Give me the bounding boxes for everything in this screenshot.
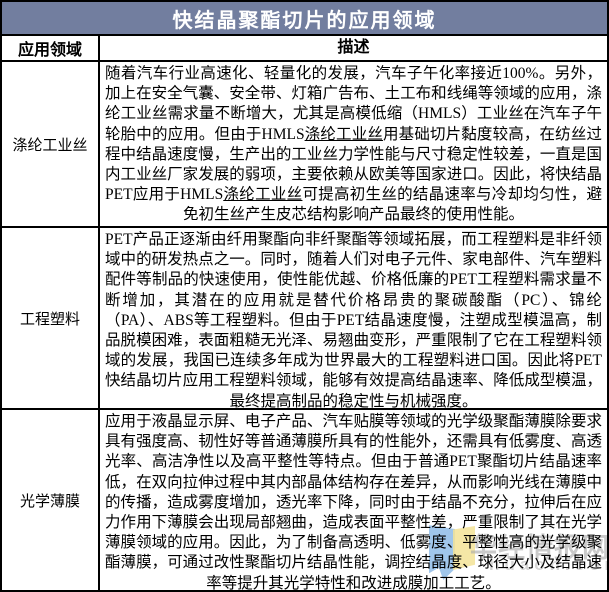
description-cell: 随着汽车行业高速化、轻量化的发展，汽车子午化率接近100%。另外，加上在安全气囊… — [100, 62, 607, 226]
table-row-engineering-plastics: 工程塑料 PET产品正逐渐由纤用聚酯向非纤聚酯等领域拓展，而工程塑料是非纤领域中… — [2, 228, 607, 410]
description-segment: PET产品正逐渐由纤用聚酯向非纤聚酯等领域拓展，而工程塑料是非纤领域中的研发热点… — [105, 231, 602, 408]
application-fields-table: 应用领域 描述 涤纶工业丝 随着汽车行业高速化、轻量化的发展，汽车子午化率接近1… — [2, 36, 607, 590]
field-label: 涤纶工业丝 — [2, 62, 100, 226]
description-cell: 应用于液晶显示屏、电子产品、汽车贴膜等领域的光学级聚酯薄膜除要求具有强度高、韧性… — [100, 410, 607, 590]
application-fields-table-sheet: 华经情报网 huaon.com 快结晶聚酯切片的应用领域 应用领域 描述 涤纶工… — [0, 0, 609, 592]
column-header-description: 描述 — [100, 36, 607, 60]
page-title: 快结晶聚酯切片的应用领域 — [173, 4, 437, 33]
table-row-optical-film: 光学薄膜 应用于液晶显示屏、电子产品、汽车贴膜等领域的光学级聚酯薄膜除要求具有强… — [2, 410, 607, 590]
column-header-field: 应用领域 — [2, 36, 100, 60]
description-segment: 应用于液晶显示屏、电子产品、汽车贴膜等领域的光学级聚酯薄膜除要求具有强度高、韧性… — [105, 413, 602, 590]
table-header-row: 应用领域 描述 — [2, 36, 607, 62]
description-cell: PET产品正逐渐由纤用聚酯向非纤聚酯等领域拓展，而工程塑料是非纤领域中的研发热点… — [100, 228, 607, 408]
table-row-polyester-industrial-yarn: 涤纶工业丝 随着汽车行业高速化、轻量化的发展，汽车子午化率接近100%。另外，加… — [2, 62, 607, 228]
page-title-bar: 快结晶聚酯切片的应用领域 — [2, 2, 607, 36]
description-underlined-segment: 涤纶工业丝 — [305, 126, 383, 143]
description-underlined-segment: 涤纶工业丝 — [223, 186, 302, 203]
field-label: 工程塑料 — [2, 228, 100, 408]
field-label: 光学薄膜 — [2, 410, 100, 590]
